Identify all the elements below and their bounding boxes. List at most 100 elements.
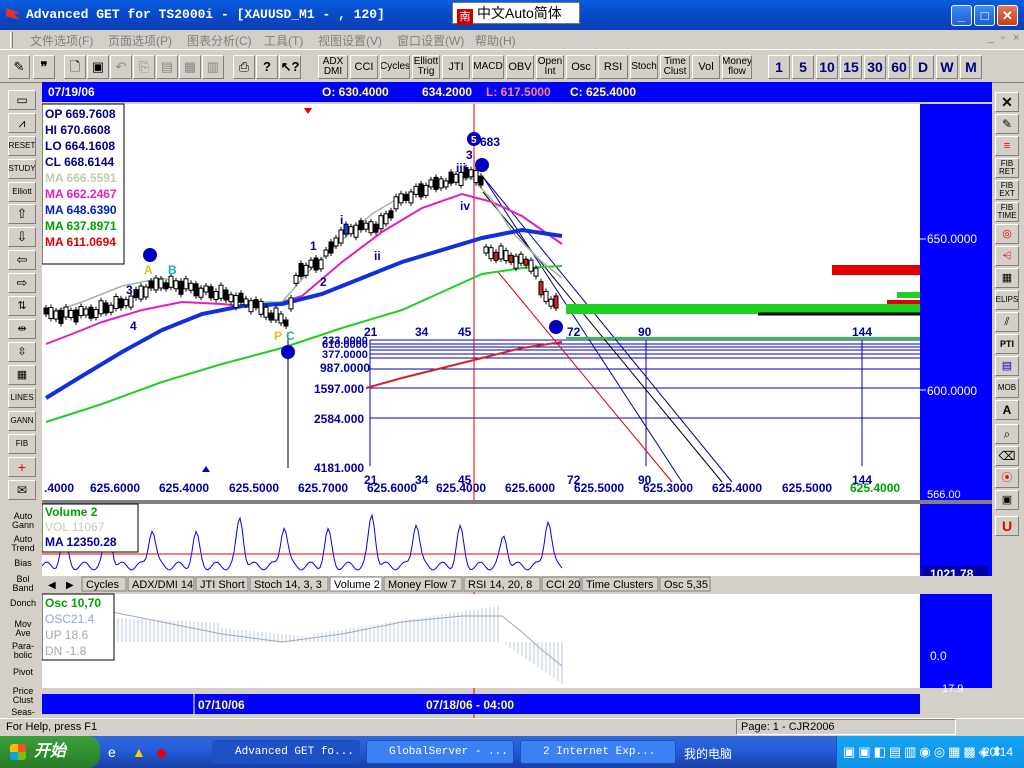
- note-icon[interactable]: ✉: [8, 480, 36, 500]
- table-icon[interactable]: ▤: [995, 356, 1019, 376]
- arrow-right-icon[interactable]: ⇨: [8, 273, 36, 293]
- mdi-minimize-button[interactable]: _: [988, 32, 994, 44]
- study-elliott-trig[interactable]: Elliott Trig: [412, 55, 440, 79]
- mdi-restore-button[interactable]: ▫: [1001, 32, 1005, 44]
- tab-5[interactable]: Money Flow 7: [388, 579, 456, 591]
- menu-view[interactable]: 视图设置(V): [318, 32, 382, 49]
- study-rsi[interactable]: RSI: [598, 55, 628, 79]
- compress-icon[interactable]: ⇅: [8, 296, 36, 316]
- task-globalserver[interactable]: GlobalServer - ...: [366, 740, 514, 764]
- tab-scroll-right-icon[interactable]: ▶: [66, 580, 74, 591]
- bol-band-tool[interactable]: Bol Band: [8, 575, 38, 593]
- tray-my-computer[interactable]: 我的电脑: [684, 745, 732, 762]
- task-internet-explorer[interactable]: 2 Internet Exp...: [520, 740, 676, 764]
- channel-icon[interactable]: ⫽: [995, 312, 1019, 332]
- tab-6[interactable]: RSI 14, 20, 8: [468, 579, 532, 591]
- panel-divider-1[interactable]: [42, 500, 992, 504]
- parabolic-tool[interactable]: Para-bolic: [8, 642, 38, 660]
- gann-button[interactable]: GANN: [8, 411, 36, 431]
- menu-window[interactable]: 窗口设置(W): [397, 32, 464, 49]
- elliott-button[interactable]: Elliott: [8, 182, 36, 202]
- ie-quicklaunch-icon[interactable]: e: [108, 744, 124, 760]
- context-help-icon[interactable]: ↖?: [279, 55, 301, 79]
- image-icon[interactable]: ▣: [995, 490, 1019, 510]
- reset-button[interactable]: RESET: [8, 136, 36, 156]
- fib-button[interactable]: FIB: [8, 434, 36, 454]
- pti-button[interactable]: PTI: [995, 334, 1019, 354]
- quote-icon[interactable]: ❞: [33, 55, 55, 79]
- trendline-icon[interactable]: ≡: [995, 136, 1019, 156]
- menu-file[interactable]: 文件选项(F): [30, 32, 93, 49]
- new-icon[interactable]: 🗋: [64, 55, 86, 79]
- study-open-int[interactable]: Open Int: [536, 55, 564, 79]
- layout-icon[interactable]: ▥: [202, 55, 224, 79]
- study-cci[interactable]: CCI: [350, 55, 378, 79]
- tf-60[interactable]: 60: [888, 55, 910, 79]
- volume-panel[interactable]: [42, 504, 920, 576]
- close-button[interactable]: ✕: [997, 5, 1018, 26]
- mdi-close-button[interactable]: ×: [1013, 32, 1019, 44]
- pattern-icon[interactable]: ⩘: [8, 113, 36, 133]
- minimize-button[interactable]: _: [951, 5, 972, 26]
- study-button[interactable]: STUDY: [8, 159, 36, 179]
- tab-4[interactable]: Volume 2: [334, 579, 380, 591]
- fib-circle-icon[interactable]: ◎: [995, 224, 1019, 244]
- help-icon[interactable]: ?: [256, 55, 278, 79]
- grid-toggle-icon[interactable]: ▦: [8, 365, 36, 385]
- copy-icon[interactable]: ⎘: [133, 55, 155, 79]
- fan-icon[interactable]: ⩤: [995, 246, 1019, 266]
- elips-button[interactable]: ELIPS: [995, 290, 1019, 310]
- tab-scroll-left-icon[interactable]: ◀: [48, 580, 56, 591]
- grid-icon-right[interactable]: ▦: [995, 268, 1019, 288]
- tab-1[interactable]: ADX/DMI 14: [132, 579, 193, 591]
- start-button[interactable]: 开始: [0, 736, 100, 768]
- grid-icon[interactable]: ▦: [179, 55, 201, 79]
- tab-8[interactable]: Time Clusters: [586, 579, 654, 591]
- pen-icon[interactable]: ✎: [995, 114, 1019, 134]
- study-time-clust[interactable]: Time Clust: [660, 55, 690, 79]
- fib-time-button[interactable]: FIB TIME: [995, 202, 1019, 222]
- fib-ext-button[interactable]: FIB EXT: [995, 180, 1019, 200]
- fib-ret-button[interactable]: FIB RET: [995, 158, 1019, 178]
- app-quicklaunch-icon[interactable]: ◆: [156, 744, 172, 760]
- donch-tool[interactable]: Donch: [8, 599, 38, 608]
- undo-icon[interactable]: ↶: [110, 55, 132, 79]
- study-obv[interactable]: OBV: [506, 55, 534, 79]
- cursor-icon[interactable]: ✎: [8, 55, 30, 79]
- tab-9[interactable]: Osc 5,35: [664, 579, 708, 591]
- warning-quicklaunch-icon[interactable]: ▲: [132, 744, 148, 760]
- tf-10[interactable]: 10: [816, 55, 838, 79]
- study-money-flow[interactable]: Money flow: [722, 55, 752, 79]
- study-adx-dmi[interactable]: ADX DMI: [318, 55, 348, 79]
- tf-m[interactable]: M: [960, 55, 982, 79]
- tf-15[interactable]: 15: [840, 55, 862, 79]
- mob-button[interactable]: MOB: [995, 378, 1019, 398]
- arrow-up-icon[interactable]: ⇧: [8, 204, 36, 224]
- tf-d[interactable]: D: [912, 55, 934, 79]
- tab-0[interactable]: Cycles: [86, 579, 120, 591]
- lines-button[interactable]: LINES: [8, 388, 36, 408]
- tab-2[interactable]: JTI Short: [200, 579, 245, 591]
- eraser-icon[interactable]: ⌫: [995, 446, 1019, 466]
- open-chart-icon[interactable]: ▭: [8, 90, 36, 110]
- zoom-icon[interactable]: ⌕: [995, 424, 1019, 444]
- tf-5[interactable]: 5: [792, 55, 814, 79]
- expand-v-icon[interactable]: ⇳: [8, 342, 36, 362]
- close-x-icon[interactable]: ✕: [995, 92, 1019, 112]
- print-icon[interactable]: ⎙: [233, 55, 255, 79]
- bias-tool[interactable]: Bias: [8, 559, 38, 568]
- magnet-icon[interactable]: U: [995, 516, 1019, 536]
- app-icon[interactable]: [6, 8, 20, 20]
- seasonal-tool[interactable]: Seas-: [8, 708, 38, 717]
- task-advanced-get[interactable]: Advanced GET fo...: [212, 740, 360, 764]
- save-icon[interactable]: ▣: [87, 55, 109, 79]
- price-clust-tool[interactable]: Price Clust: [8, 687, 38, 705]
- arrow-left-icon[interactable]: ⇦: [8, 250, 36, 270]
- menu-tools[interactable]: 工具(T): [264, 32, 303, 49]
- ime-indicator[interactable]: 南中文Auto简体: [452, 2, 580, 25]
- text-button[interactable]: A: [995, 400, 1019, 420]
- menu-chart[interactable]: 图表分析(C): [187, 32, 252, 49]
- menu-page[interactable]: 页面选项(P): [108, 32, 172, 49]
- auto-gann-tool[interactable]: Auto Gann: [8, 512, 38, 530]
- tf-30[interactable]: 30: [864, 55, 886, 79]
